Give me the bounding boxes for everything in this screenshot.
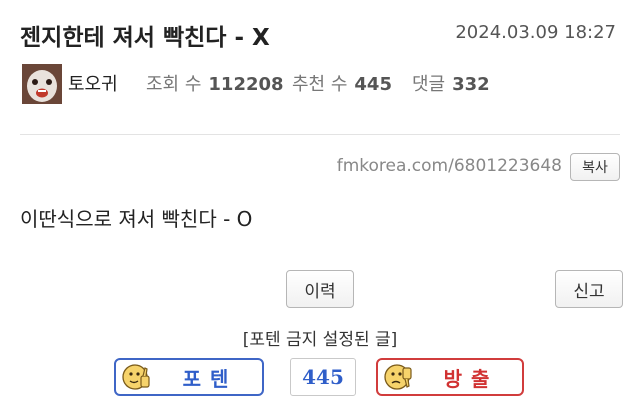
author-avatar[interactable] xyxy=(22,64,62,104)
upvote-button[interactable]: 포텐 xyxy=(114,358,264,396)
comments-count: 332 xyxy=(452,74,490,95)
vote-count: 445 xyxy=(290,358,356,396)
views-label: 조회 수 xyxy=(146,74,202,95)
vote-disabled-notice: [포텐 금지 설정된 글] xyxy=(242,330,398,350)
comments-stat[interactable]: 댓글 332 xyxy=(412,70,490,96)
votes-stat: 추천 수 445 xyxy=(292,70,392,96)
copy-url-button[interactable]: 복사 xyxy=(570,153,620,181)
history-button[interactable]: 이력 xyxy=(286,270,354,308)
votes-label: 추천 수 xyxy=(292,74,348,95)
downvote-label: 방출 xyxy=(443,366,499,391)
header-divider xyxy=(20,134,620,135)
thumbs-down-face-icon xyxy=(384,364,412,390)
report-button[interactable]: 신고 xyxy=(555,270,623,308)
votes-count: 445 xyxy=(354,74,392,95)
downvote-button[interactable]: 방출 xyxy=(376,358,524,396)
post-url[interactable]: fmkorea.com/6801223648 xyxy=(337,156,562,176)
upvote-label: 포텐 xyxy=(182,366,238,391)
post-body: 이딴식으로 져서 빡친다 - O xyxy=(20,207,253,231)
views-count: 112208 xyxy=(208,74,284,95)
thumbs-up-face-icon xyxy=(122,364,150,390)
author-name[interactable]: 토오귀 xyxy=(68,70,118,96)
comments-label: 댓글 xyxy=(412,74,446,95)
post-date: 2024.03.09 18:27 xyxy=(455,22,616,43)
views-stat: 조회 수 112208 xyxy=(146,70,284,96)
post-title: 젠지한테 져서 빡친다 - X xyxy=(20,25,270,51)
